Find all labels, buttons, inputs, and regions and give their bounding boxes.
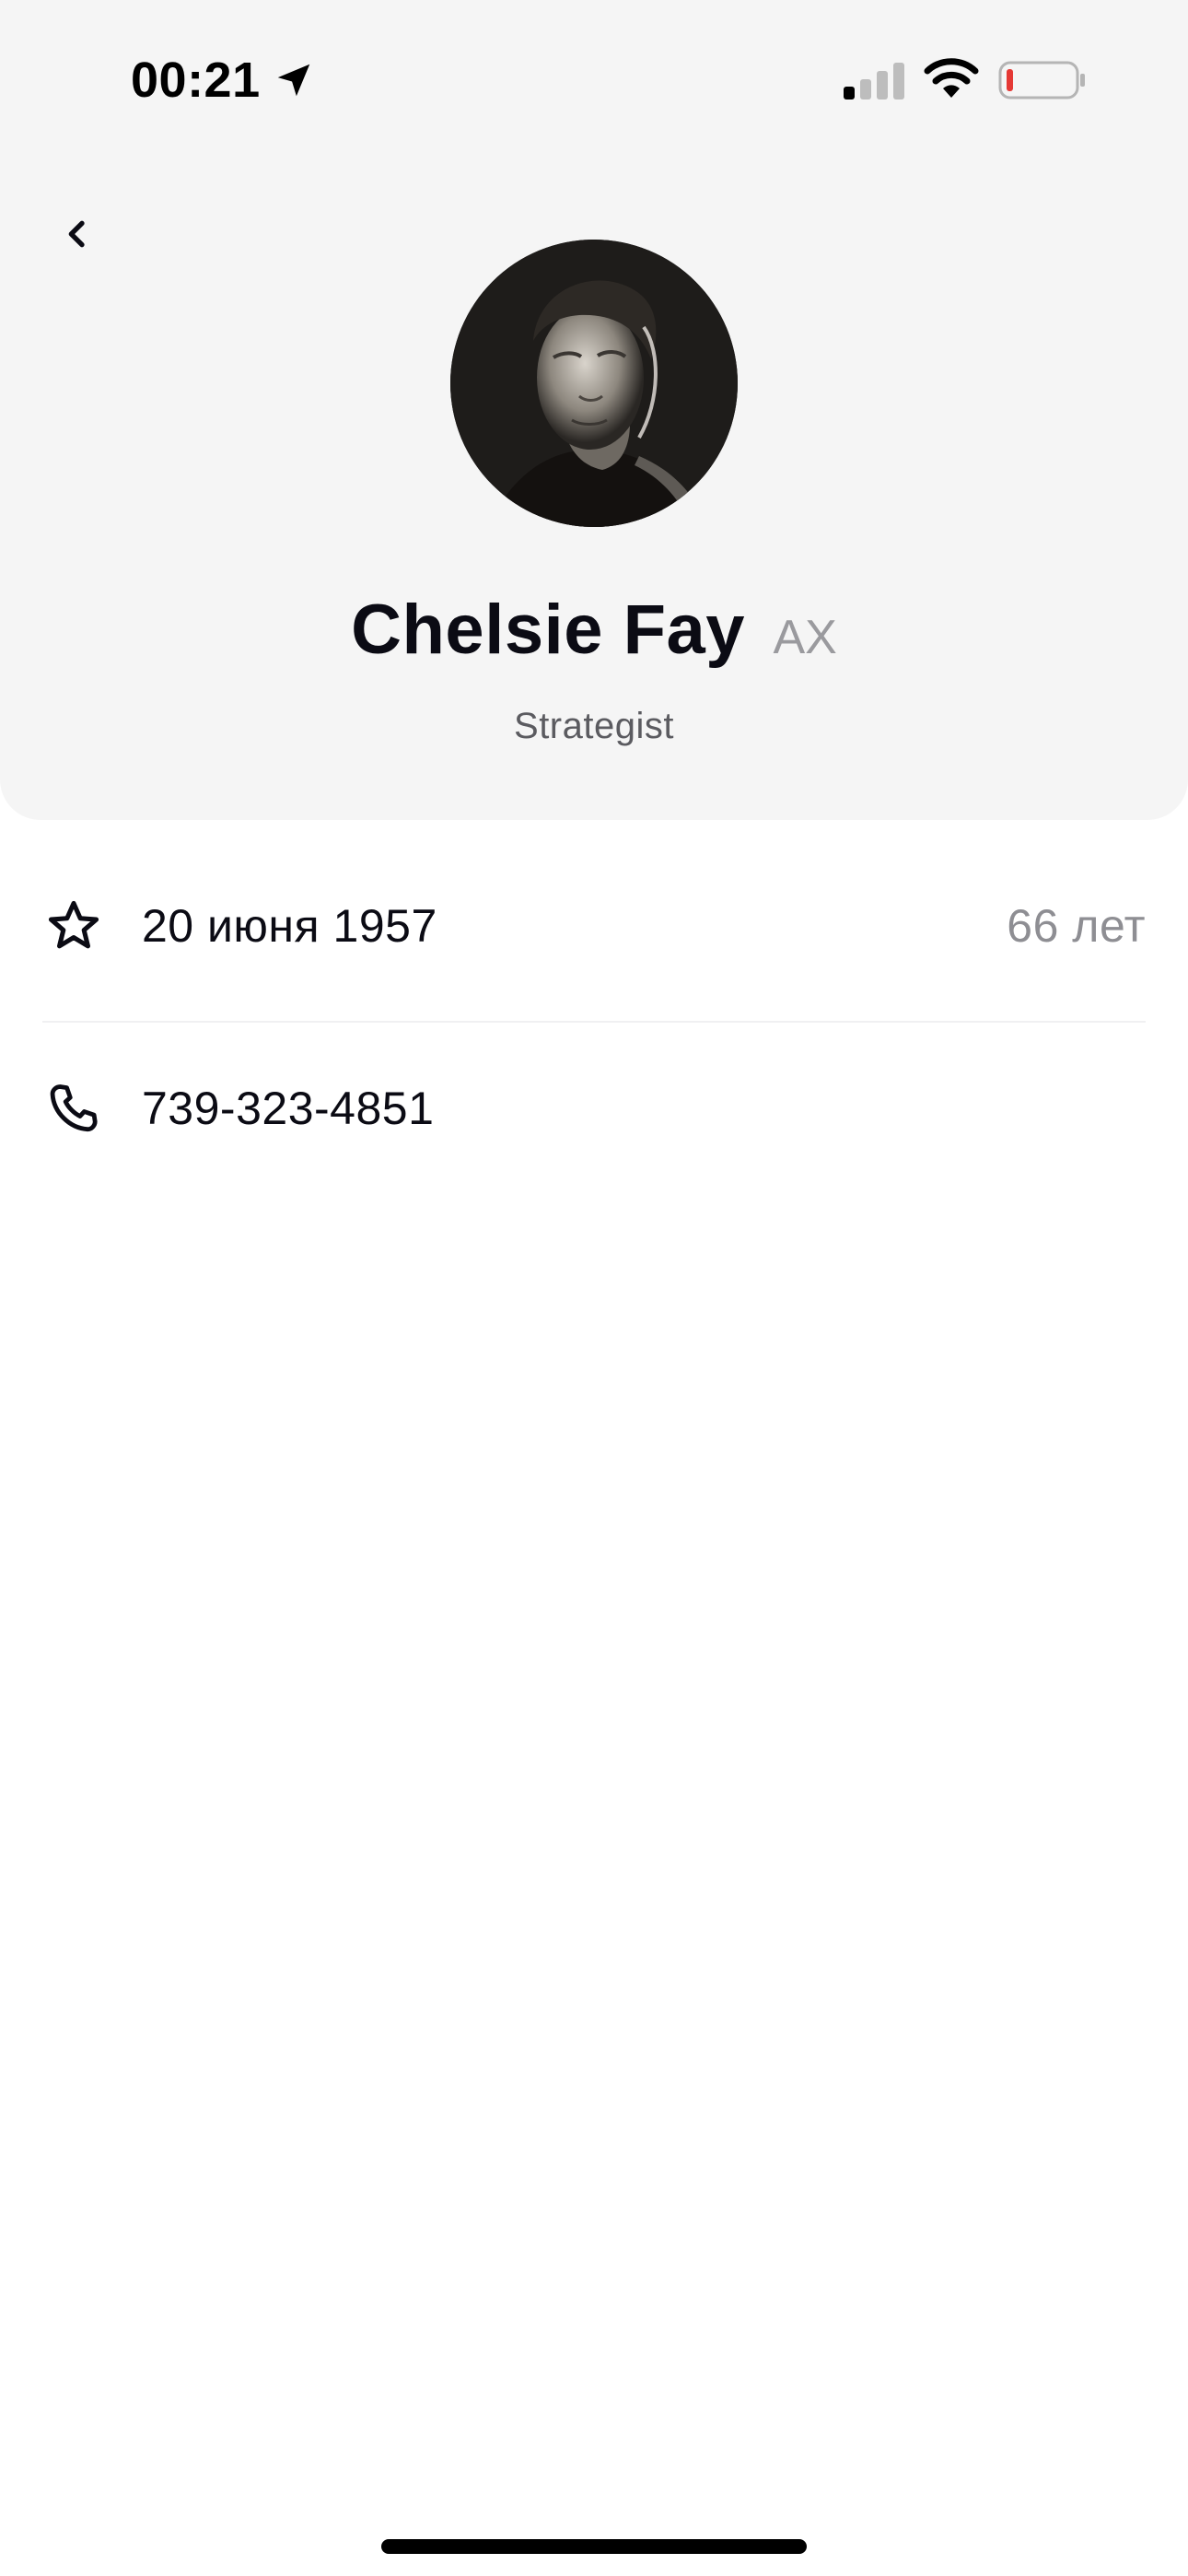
phone-row[interactable]: 739-323-4851 (42, 1058, 1146, 1159)
birthday-date: 20 июня 1957 (142, 900, 437, 952)
phone-icon (42, 1077, 105, 1140)
contact-profile-screen: 00:21 Chelsie Fay AX Strategist 20 июня … (0, 0, 1188, 2576)
contact-name: Chelsie Fay (351, 591, 746, 669)
avatar-portrait (450, 240, 738, 527)
contact-initials: AX (773, 611, 837, 664)
profile-header-card: 00:21 Chelsie Fay AX Strategist (0, 0, 1188, 820)
wifi-icon (924, 58, 979, 98)
divider (42, 1021, 1146, 1023)
back-button[interactable] (48, 205, 107, 263)
age-value: 66 лет (1007, 900, 1146, 952)
chevron-left-icon (68, 220, 85, 248)
cellular-signal-icon (844, 63, 904, 100)
contact-role: Strategist (514, 706, 674, 746)
star-icon (42, 895, 105, 957)
phone-number: 739-323-4851 (142, 1083, 435, 1134)
status-bar: 00:21 (0, 0, 1188, 157)
home-indicator[interactable] (381, 2539, 807, 2554)
status-time: 00:21 (131, 53, 261, 108)
birthday-row[interactable]: 20 июня 1957 66 лет (42, 875, 1146, 977)
location-arrow-icon (277, 64, 310, 97)
name-row: Chelsie Fay AX (0, 590, 1188, 670)
battery-icon (998, 61, 1085, 100)
avatar (450, 240, 738, 527)
